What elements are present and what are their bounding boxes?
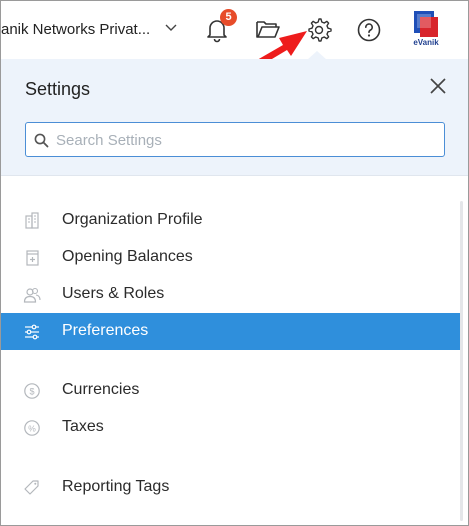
menu-item-currencies[interactable]: $ Currencies <box>1 372 460 409</box>
search-icon <box>34 133 49 148</box>
tag-icon <box>24 480 39 495</box>
settings-title: Settings <box>25 79 91 99</box>
search-input[interactable] <box>54 123 438 158</box>
menu-item-users-roles[interactable]: Users & Roles <box>1 276 460 313</box>
search-box <box>25 122 445 158</box>
ledger-icon <box>26 250 39 266</box>
building-icon <box>25 212 39 229</box>
app-window: anik Networks Privat... 5 eVanik Setting… <box>0 0 469 526</box>
sliders-icon <box>25 324 39 340</box>
menu-item-reporting-tags[interactable]: Reporting Tags <box>1 469 460 506</box>
menu-item-preferences[interactable]: Preferences <box>1 313 460 350</box>
currency-icon: $ <box>24 383 40 399</box>
menu-item-label: Opening Balances <box>62 248 193 265</box>
menu-item-organization-profile[interactable]: Organization Profile <box>1 202 460 239</box>
menu-item-label: Currencies <box>62 381 140 398</box>
svg-text:%: % <box>28 423 36 433</box>
percent-icon: % <box>24 420 40 436</box>
avatar[interactable]: eVanik <box>408 9 444 49</box>
menu-item-label: Users & Roles <box>62 285 165 302</box>
menu-item-label: Organization Profile <box>62 211 203 228</box>
avatar-label: eVanik <box>413 38 439 47</box>
menu-item-label: Taxes <box>62 418 104 435</box>
menu-item-taxes[interactable]: % Taxes <box>1 409 460 446</box>
svg-text:$: $ <box>29 387 34 397</box>
organization-name: anik Networks Privat... <box>1 21 151 38</box>
help-icon[interactable] <box>356 17 382 43</box>
menu-item-label: Preferences <box>62 322 149 339</box>
settings-panel-header: Settings <box>1 59 468 176</box>
menu-item-label: Reporting Tags <box>62 478 170 495</box>
chevron-down-icon[interactable] <box>165 23 177 33</box>
scrollbar[interactable] <box>460 201 463 521</box>
organization-switcher[interactable]: anik Networks Privat... <box>1 21 150 38</box>
users-icon <box>23 287 41 303</box>
settings-menu: Organization Profile Opening Balances Us… <box>1 176 468 525</box>
menu-item-opening-balances[interactable]: Opening Balances <box>1 239 460 276</box>
notification-badge: 5 <box>220 9 237 26</box>
close-icon[interactable] <box>429 77 447 95</box>
